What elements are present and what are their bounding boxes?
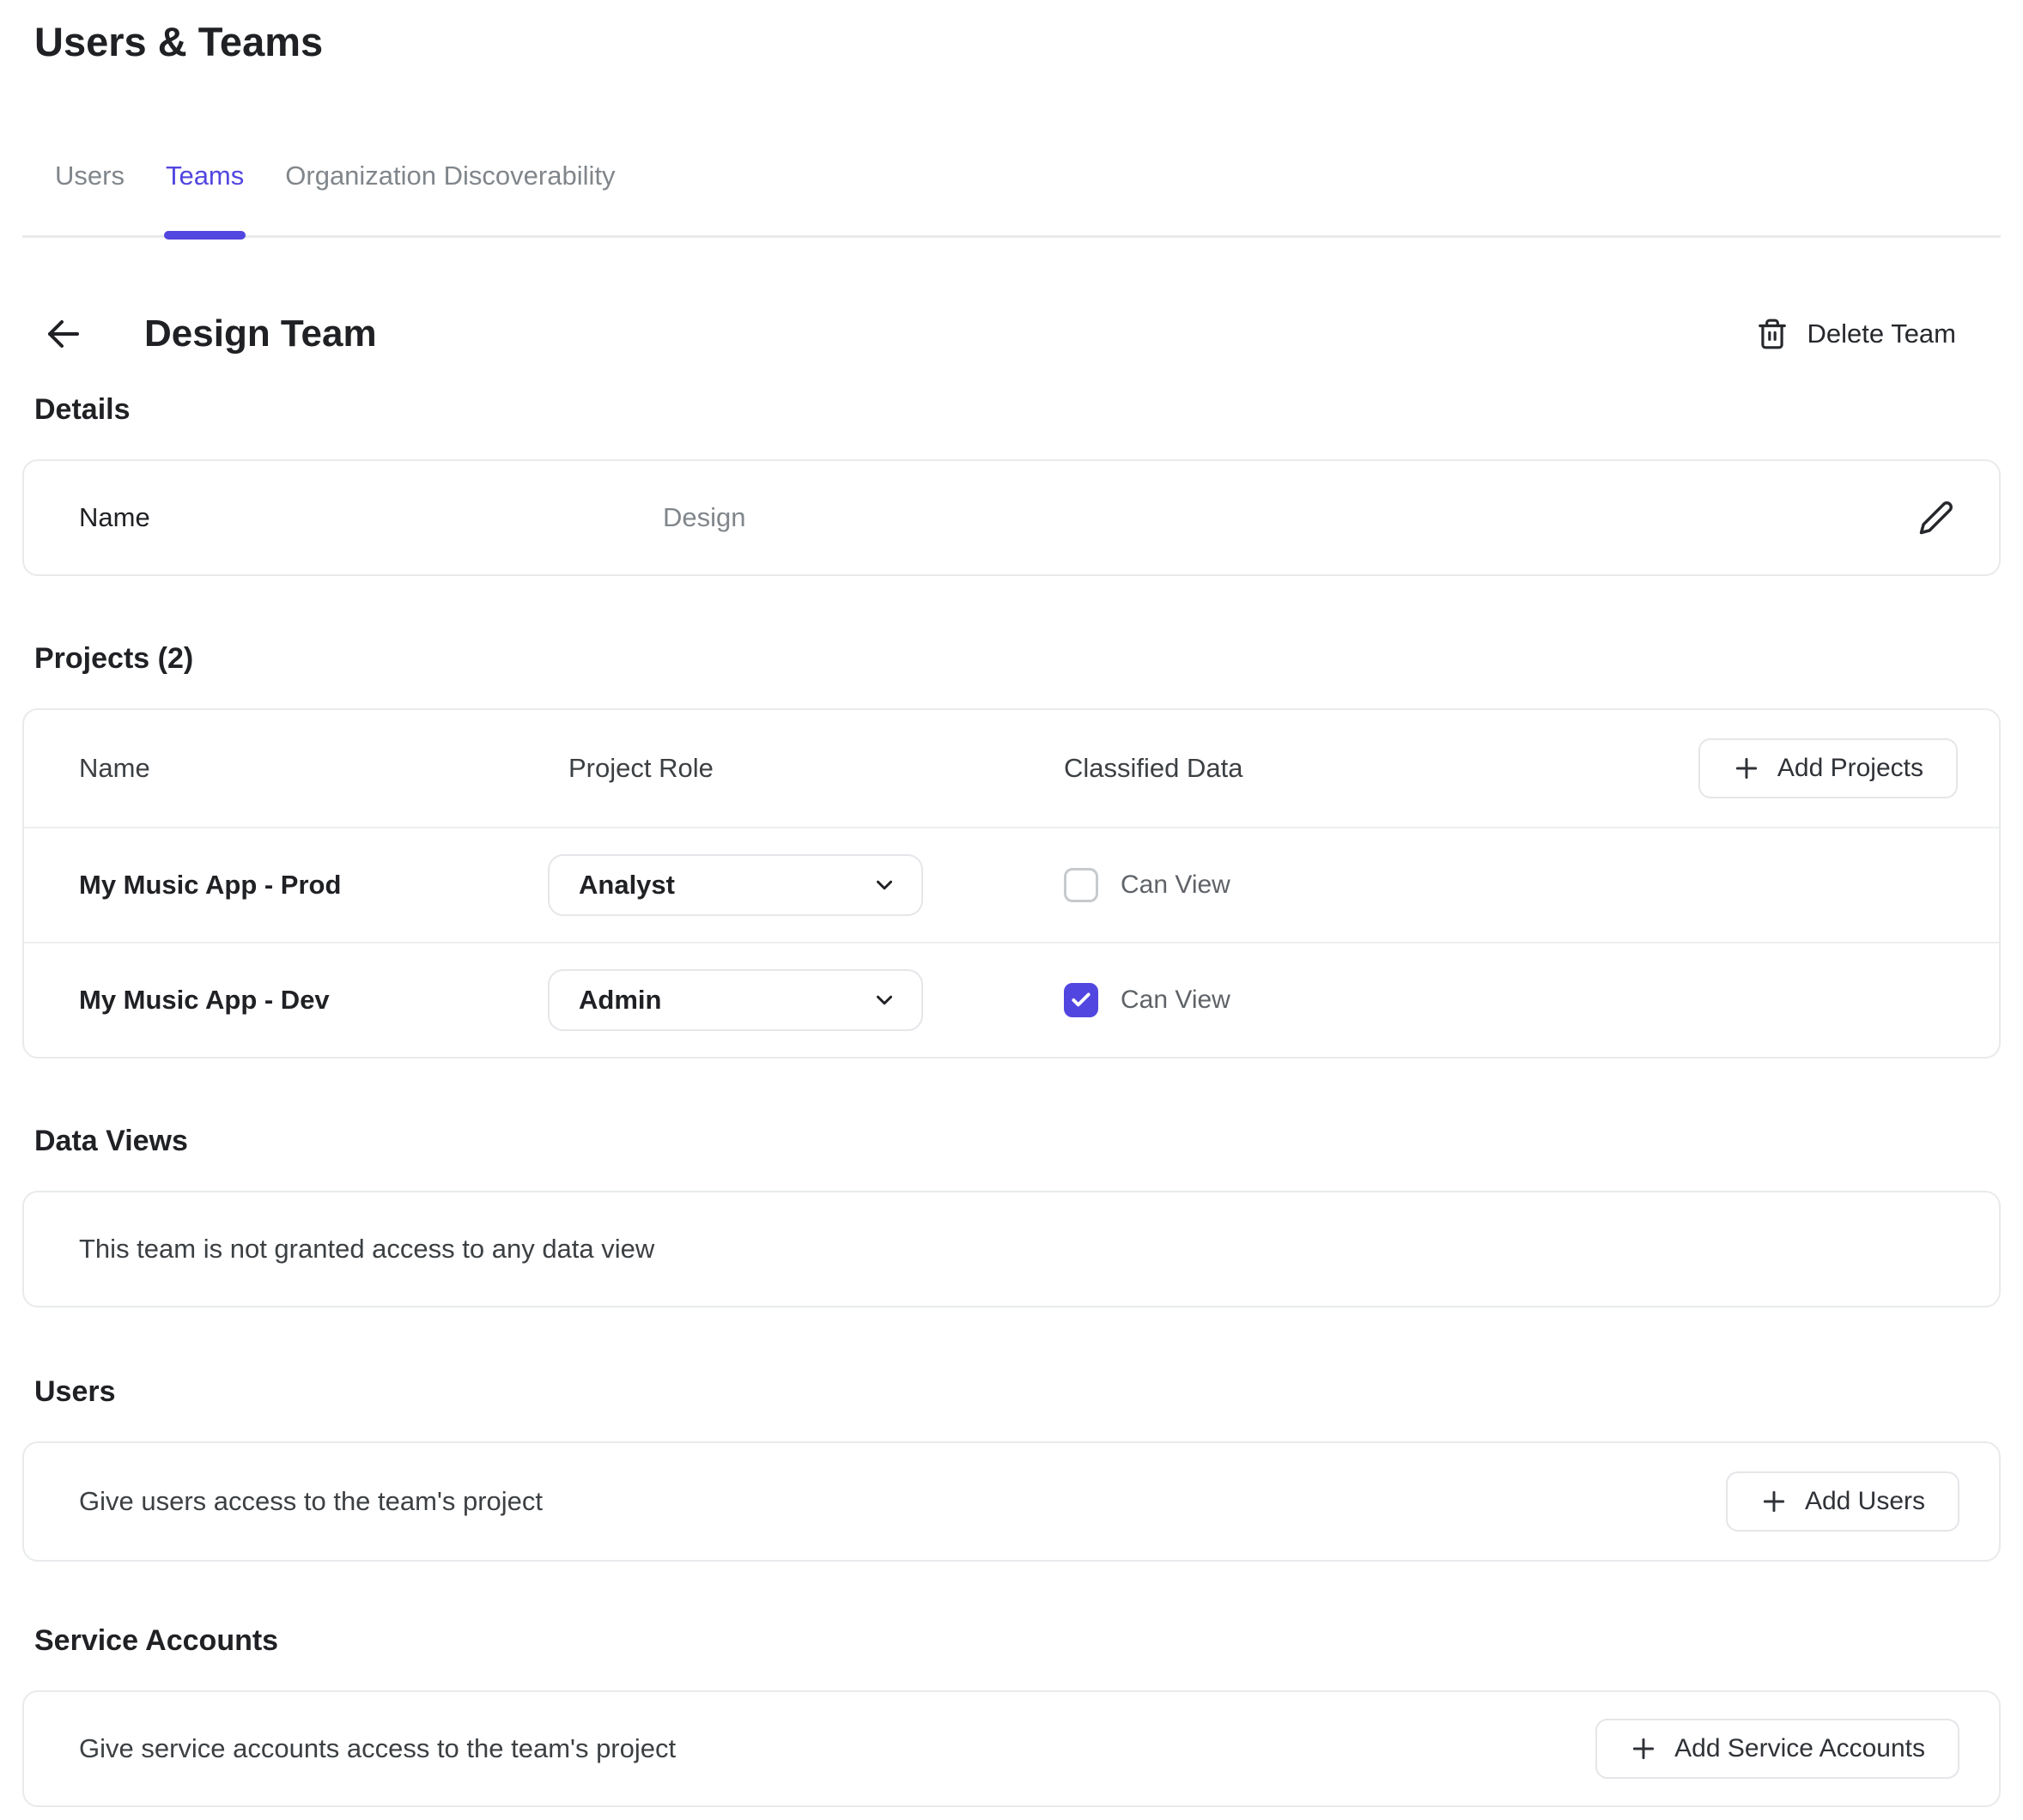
chevron-down-icon bbox=[872, 872, 897, 898]
arrow-left-icon bbox=[43, 313, 84, 355]
add-service-accounts-button[interactable]: Add Service Accounts bbox=[1595, 1719, 1959, 1779]
back-button[interactable] bbox=[38, 308, 89, 360]
service-accounts-heading: Service Accounts bbox=[34, 1623, 2001, 1658]
details-name-row: Name Design bbox=[24, 461, 1999, 574]
tab-organization-discoverability[interactable]: Organization Discoverability bbox=[264, 148, 635, 204]
name-label: Name bbox=[79, 502, 663, 533]
data-views-card: This team is not granted access to any d… bbox=[22, 1191, 2001, 1307]
check-icon bbox=[1070, 989, 1092, 1011]
can-view-label: Can View bbox=[1121, 986, 1230, 1015]
service-accounts-card: Give service accounts access to the team… bbox=[22, 1690, 2001, 1807]
delete-team-label: Delete Team bbox=[1807, 318, 1956, 349]
projects-card: Name Project Role Classified Data Add Pr… bbox=[22, 708, 2001, 1059]
classified-data-cell: Can View bbox=[1064, 868, 1958, 902]
project-role-select[interactable]: Analyst bbox=[548, 854, 923, 916]
users-heading: Users bbox=[34, 1374, 2001, 1409]
project-role-value: Analyst bbox=[579, 870, 675, 901]
delete-team-button[interactable]: Delete Team bbox=[1751, 317, 1961, 351]
details-card: Name Design bbox=[22, 459, 2001, 576]
add-service-accounts-label: Add Service Accounts bbox=[1674, 1734, 1925, 1763]
add-users-label: Add Users bbox=[1805, 1487, 1925, 1516]
tab-organization-discoverability-label: Organization Discoverability bbox=[285, 161, 615, 191]
project-role-select[interactable]: Admin bbox=[548, 969, 923, 1031]
team-header: Design Team Delete Team bbox=[22, 301, 2001, 367]
chevron-down-icon bbox=[872, 987, 897, 1013]
can-view-label: Can View bbox=[1121, 871, 1230, 900]
projects-table-header: Name Project Role Classified Data Add Pr… bbox=[24, 710, 1999, 827]
project-role-value: Admin bbox=[579, 985, 661, 1016]
trash-icon bbox=[1756, 318, 1789, 350]
project-name: My Music App - Prod bbox=[79, 870, 548, 901]
project-role-cell: Admin bbox=[548, 969, 1064, 1031]
edit-name-button[interactable] bbox=[1918, 500, 1954, 536]
active-tab-indicator bbox=[164, 231, 246, 240]
column-header-name: Name bbox=[79, 753, 548, 784]
project-name: My Music App - Dev bbox=[79, 985, 548, 1016]
details-heading: Details bbox=[34, 392, 2001, 427]
users-card: Give users access to the team's project … bbox=[22, 1441, 2001, 1562]
plus-icon bbox=[1630, 1735, 1657, 1762]
tab-teams[interactable]: Teams bbox=[145, 148, 264, 204]
tab-users[interactable]: Users bbox=[34, 148, 145, 204]
classified-data-cell: Can View bbox=[1064, 983, 1958, 1017]
users-teams-page: Users & Teams Users Teams Organization D… bbox=[0, 0, 2023, 1820]
table-row: My Music App - Dev Admin Can View bbox=[24, 942, 1999, 1057]
page-title: Users & Teams bbox=[34, 19, 2001, 65]
column-header-classified-data: Classified Data bbox=[1064, 753, 1698, 784]
plus-icon bbox=[1760, 1488, 1788, 1515]
pencil-icon bbox=[1918, 500, 1954, 536]
team-name-value: Design bbox=[663, 502, 1918, 533]
plus-icon bbox=[1733, 755, 1760, 782]
data-views-heading: Data Views bbox=[34, 1124, 2001, 1158]
table-row: My Music App - Prod Analyst Can View bbox=[24, 827, 1999, 942]
add-users-button[interactable]: Add Users bbox=[1726, 1471, 1959, 1532]
tab-teams-label: Teams bbox=[166, 161, 244, 191]
can-view-checkbox[interactable] bbox=[1064, 983, 1098, 1017]
add-projects-button[interactable]: Add Projects bbox=[1698, 738, 1958, 798]
add-projects-label: Add Projects bbox=[1777, 754, 1923, 783]
tab-bar: Users Teams Organization Discoverability bbox=[22, 148, 2001, 238]
service-accounts-empty-text: Give service accounts access to the team… bbox=[79, 1733, 676, 1764]
projects-heading: Projects (2) bbox=[34, 641, 2001, 676]
users-empty-text: Give users access to the team's project bbox=[79, 1486, 543, 1517]
tab-users-label: Users bbox=[55, 161, 125, 191]
data-views-empty-text: This team is not granted access to any d… bbox=[79, 1234, 654, 1265]
column-header-project-role: Project Role bbox=[548, 753, 1064, 784]
project-role-cell: Analyst bbox=[548, 854, 1064, 916]
can-view-checkbox[interactable] bbox=[1064, 868, 1098, 902]
team-title: Design Team bbox=[144, 312, 377, 355]
